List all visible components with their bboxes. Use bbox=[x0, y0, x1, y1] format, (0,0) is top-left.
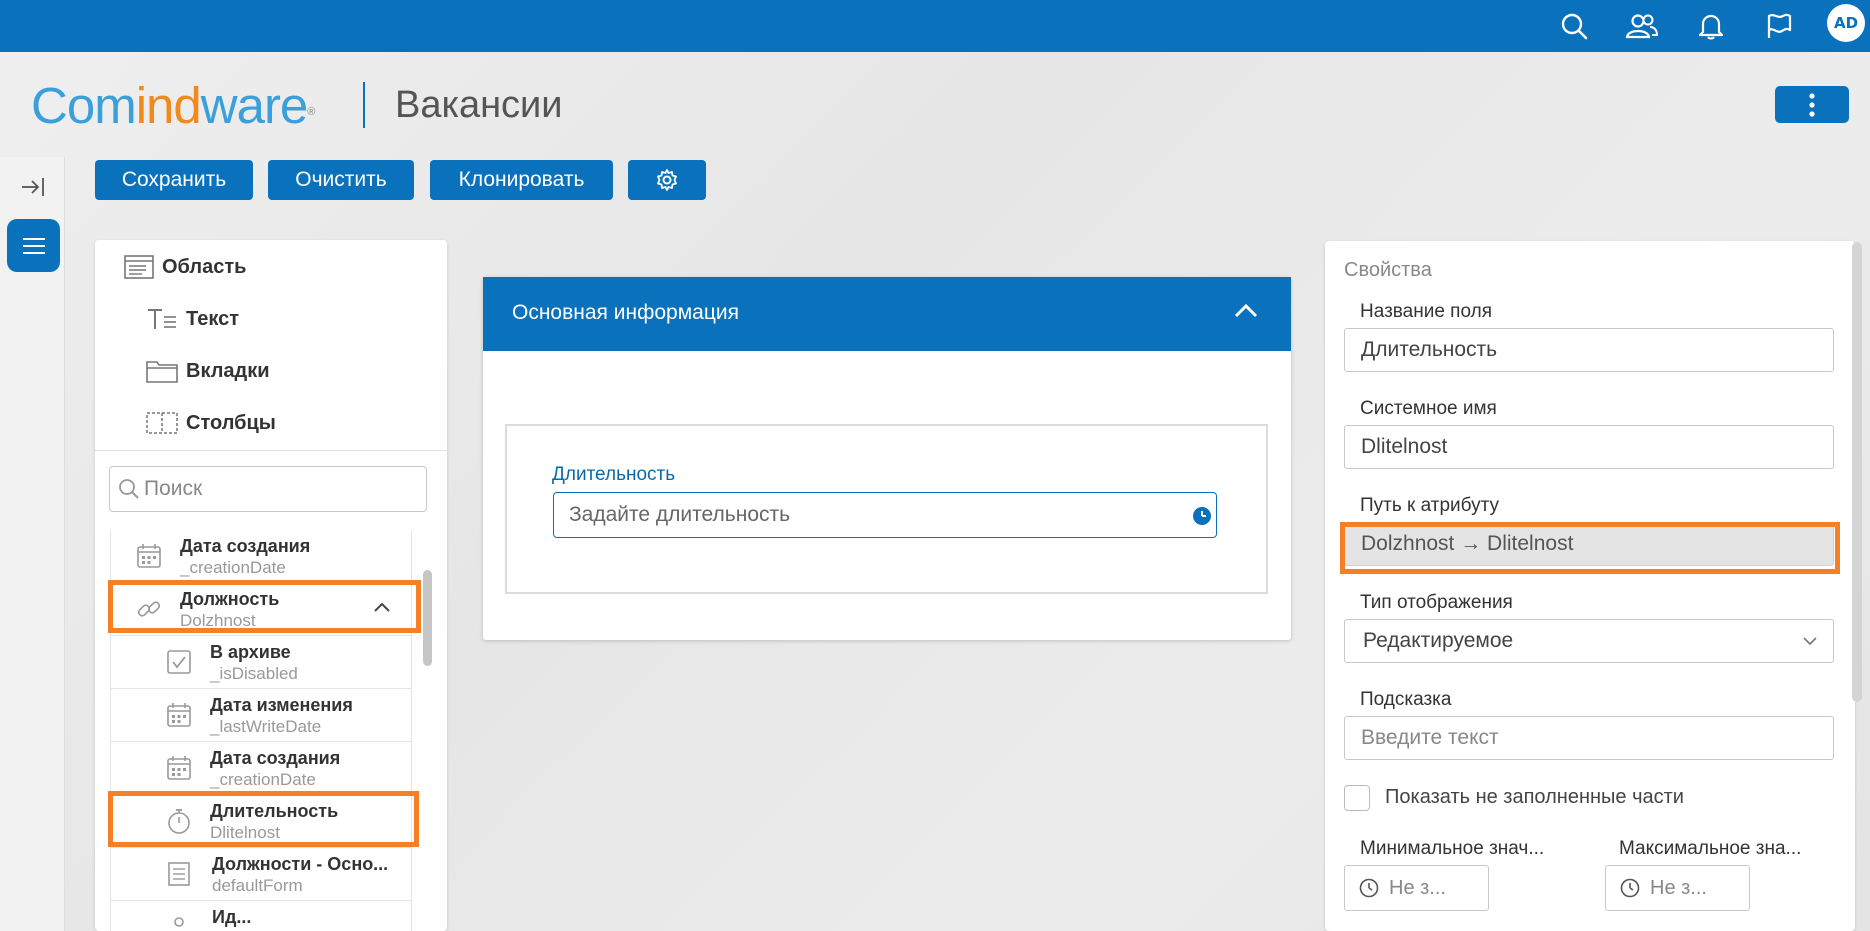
search-box[interactable] bbox=[109, 466, 427, 512]
more-menu-button[interactable] bbox=[1775, 86, 1849, 123]
menu-button[interactable] bbox=[7, 219, 60, 272]
properties-title: Свойства bbox=[1344, 259, 1432, 281]
bell-icon[interactable] bbox=[1694, 9, 1728, 43]
tree-item[interactable]: Дата создания _creationDate bbox=[111, 742, 411, 795]
chevron-up-icon[interactable] bbox=[373, 601, 391, 613]
tree-item[interactable]: Должности - Осно... defaultForm bbox=[111, 848, 411, 901]
calendar-icon bbox=[167, 756, 191, 780]
show-empty-checkbox[interactable] bbox=[1344, 785, 1370, 811]
id-icon bbox=[174, 917, 184, 927]
page-title: Вакансии bbox=[395, 84, 563, 126]
kebab-icon bbox=[1809, 92, 1815, 117]
stopwatch-icon bbox=[168, 809, 190, 834]
clone-button[interactable]: Клонировать bbox=[430, 160, 613, 200]
clock-icon bbox=[1359, 878, 1379, 898]
save-button[interactable]: Сохранить bbox=[95, 160, 253, 200]
section-header[interactable]: Основная информация bbox=[483, 277, 1291, 351]
display-type-label: Тип отображения bbox=[1360, 592, 1513, 613]
palette-item-area[interactable]: Область bbox=[124, 254, 246, 280]
clock-icon[interactable] bbox=[1192, 506, 1212, 526]
hint-label: Подсказка bbox=[1360, 689, 1452, 710]
flag-icon[interactable] bbox=[1762, 9, 1796, 43]
link-icon bbox=[137, 601, 161, 617]
palette-item-tabs[interactable]: Вкладки bbox=[146, 358, 270, 384]
tree-item[interactable]: Дата изменения _lastWriteDate bbox=[111, 689, 411, 742]
settings-button[interactable] bbox=[628, 160, 706, 200]
checkbox-icon bbox=[167, 650, 191, 674]
properties-panel: Свойства Название поля Системное имя Пут… bbox=[1325, 241, 1855, 931]
search-icon bbox=[119, 479, 139, 499]
gear-icon bbox=[657, 169, 677, 191]
area-icon bbox=[124, 255, 154, 279]
form-elements-panel: Область Текст Вкладки Столбцы Дата созда… bbox=[95, 240, 447, 931]
tree-scrollbar[interactable] bbox=[423, 570, 432, 666]
max-value-input[interactable]: Не з... bbox=[1605, 865, 1750, 911]
duration-input[interactable] bbox=[569, 503, 1169, 527]
search-input[interactable] bbox=[144, 477, 414, 501]
field-name-input[interactable] bbox=[1344, 328, 1834, 372]
clear-button[interactable]: Очистить bbox=[268, 160, 414, 200]
columns-icon bbox=[146, 412, 178, 434]
left-rail bbox=[0, 157, 65, 931]
users-icon[interactable] bbox=[1625, 9, 1659, 43]
form-canvas: Основная информация Длительность bbox=[483, 277, 1291, 640]
attribute-path-input bbox=[1344, 522, 1834, 566]
calendar-icon bbox=[137, 544, 161, 568]
folder-icon bbox=[146, 361, 178, 383]
form-icon bbox=[168, 862, 190, 886]
display-type-select[interactable]: Редактируемое bbox=[1344, 619, 1834, 663]
top-bar: AD bbox=[0, 0, 1870, 52]
avatar[interactable]: AD bbox=[1827, 4, 1865, 42]
palette-item-columns[interactable]: Столбцы bbox=[146, 410, 276, 436]
max-value-label: Максимальное зна... bbox=[1619, 838, 1802, 859]
section-title: Основная информация bbox=[512, 301, 739, 324]
expand-sidebar-icon[interactable] bbox=[18, 172, 48, 202]
clock-icon bbox=[1620, 878, 1640, 898]
search-icon[interactable] bbox=[1557, 9, 1591, 43]
hint-input[interactable] bbox=[1344, 716, 1834, 760]
palette-item-text[interactable]: Текст bbox=[146, 306, 239, 332]
header-divider bbox=[363, 82, 365, 128]
tree-item[interactable]: Ид... bbox=[111, 901, 411, 931]
attribute-tree: Дата создания _creationDate Должность Do… bbox=[110, 530, 412, 931]
panel-divider bbox=[95, 450, 447, 451]
duration-field[interactable] bbox=[553, 492, 1217, 538]
chevron-up-icon[interactable] bbox=[1233, 301, 1259, 319]
tree-item-dlitelnost[interactable]: Длительность Dlitelnost bbox=[111, 795, 411, 848]
system-name-label: Системное имя bbox=[1360, 398, 1497, 419]
attribute-path-label: Путь к атрибуту bbox=[1360, 495, 1500, 516]
field-label: Длительность bbox=[552, 464, 676, 485]
comindware-logo: Comindware® bbox=[31, 77, 315, 134]
calendar-icon bbox=[167, 703, 191, 727]
tree-item[interactable]: В архиве _isDisabled bbox=[111, 636, 411, 689]
tree-item-dolzhnost[interactable]: Должность Dolzhnost bbox=[111, 583, 411, 636]
system-name-input[interactable] bbox=[1344, 425, 1834, 469]
min-value-label: Минимальное знач... bbox=[1360, 838, 1545, 859]
text-icon bbox=[148, 309, 176, 329]
chevron-down-icon bbox=[1803, 637, 1817, 646]
field-name-label: Название поля bbox=[1360, 301, 1492, 322]
show-empty-label: Показать не заполненные части bbox=[1385, 786, 1684, 808]
tree-item[interactable]: Дата создания _creationDate bbox=[111, 530, 411, 583]
hamburger-icon bbox=[22, 237, 45, 254]
min-value-input[interactable]: Не з... bbox=[1344, 865, 1489, 911]
properties-scrollbar[interactable] bbox=[1852, 242, 1862, 702]
